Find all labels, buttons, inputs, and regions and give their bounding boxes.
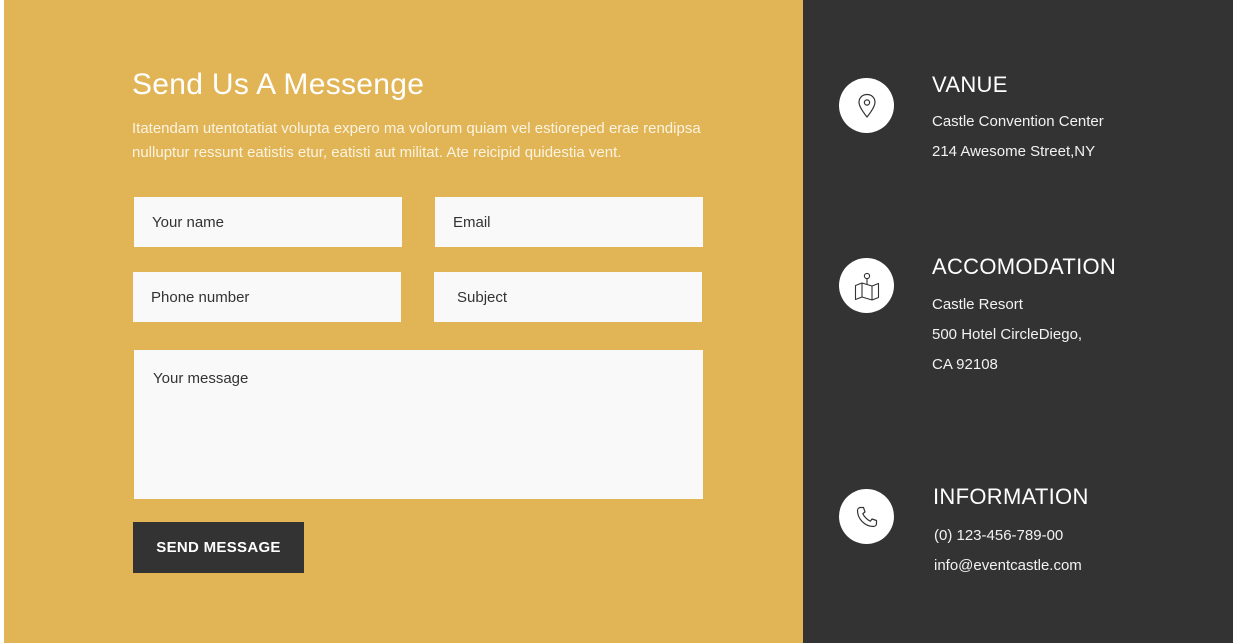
venue-title: VANUE bbox=[932, 72, 1008, 97]
email-input[interactable] bbox=[435, 197, 703, 247]
venue-icon-circle bbox=[839, 78, 894, 133]
phone-input[interactable] bbox=[133, 272, 401, 322]
form-description: Itatendam utentotatiat volupta expero ma… bbox=[132, 120, 701, 161]
form-title: Send Us A Messenge bbox=[132, 68, 425, 101]
message-textarea[interactable] bbox=[134, 350, 703, 499]
accommodation-title: ACCOMODATION bbox=[932, 254, 1117, 279]
subject-input[interactable] bbox=[434, 272, 702, 322]
accommodation-icon-circle bbox=[839, 258, 894, 313]
map-icon bbox=[854, 272, 879, 301]
accommodation-line-3: CA 92108 bbox=[932, 356, 998, 373]
information-email[interactable]: info@eventcastle.com bbox=[934, 557, 1082, 574]
location-pin-icon bbox=[857, 93, 876, 118]
information-title: INFORMATION bbox=[933, 484, 1089, 509]
send-message-button[interactable]: SEND MESSAGE bbox=[133, 522, 304, 573]
name-input[interactable] bbox=[134, 197, 402, 247]
information-icon-circle bbox=[839, 489, 894, 544]
venue-line-1: Castle Convention Center bbox=[932, 113, 1104, 130]
venue-line-2: 214 Awesome Street,NY bbox=[932, 143, 1096, 160]
information-phone: (0) 123-456-789-00 bbox=[934, 527, 1064, 544]
accommodation-line-1: Castle Resort bbox=[932, 296, 1023, 313]
phone-icon bbox=[856, 506, 877, 527]
accommodation-line-2: 500 Hotel CircleDiego, bbox=[932, 326, 1083, 343]
